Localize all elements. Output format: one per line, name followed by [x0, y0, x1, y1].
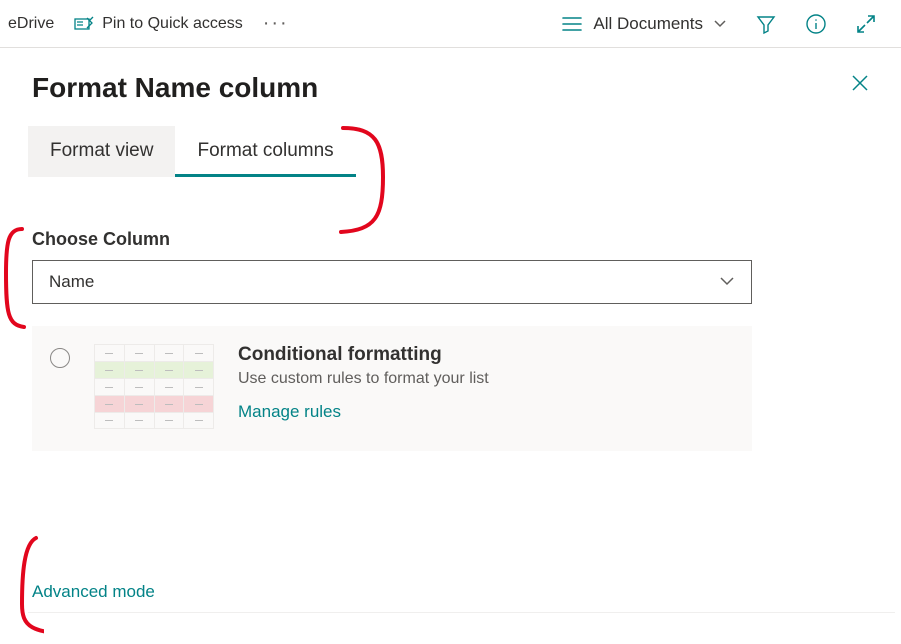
more-actions-button[interactable]: ···	[263, 12, 289, 35]
conditional-formatting-card: Conditional formatting Use custom rules …	[32, 326, 752, 451]
conditional-formatting-radio[interactable]	[50, 348, 70, 368]
card-subtitle: Use custom rules to format your list	[238, 370, 730, 388]
filter-icon[interactable]	[755, 13, 777, 35]
view-switcher[interactable]: All Documents	[561, 14, 727, 34]
list-icon	[561, 15, 583, 33]
toolbar-right: All Documents	[561, 13, 893, 35]
close-button[interactable]	[849, 72, 871, 97]
choose-column-dropdown[interactable]: Name	[32, 260, 752, 304]
manage-rules-link[interactable]: Manage rules	[238, 402, 730, 422]
edrive-link[interactable]: eDrive	[8, 15, 54, 33]
choose-column-label: Choose Column	[32, 229, 869, 250]
tab-format-columns[interactable]: Format columns	[175, 126, 355, 177]
bottom-divider	[28, 612, 895, 613]
pin-icon	[74, 14, 94, 34]
chevron-down-icon	[713, 19, 727, 29]
expand-icon[interactable]	[855, 13, 877, 35]
chevron-down-icon	[719, 272, 735, 292]
toolbar-left: eDrive Pin to Quick access ···	[8, 12, 289, 35]
pin-label: Pin to Quick access	[102, 15, 243, 33]
info-icon[interactable]	[805, 13, 827, 35]
card-body: Conditional formatting Use custom rules …	[238, 344, 730, 422]
view-label: All Documents	[593, 14, 703, 34]
panel-title: Format Name column	[32, 72, 869, 104]
format-tabs: Format view Format columns	[28, 126, 869, 177]
formatting-preview-icon	[94, 344, 214, 429]
advanced-mode-link[interactable]: Advanced mode	[32, 582, 155, 602]
tab-format-view[interactable]: Format view	[28, 126, 175, 177]
format-panel: Format Name column Format view Format co…	[0, 48, 901, 451]
choose-column-value: Name	[49, 272, 94, 292]
card-title: Conditional formatting	[238, 344, 730, 366]
top-toolbar: eDrive Pin to Quick access ··· All Doc	[0, 0, 901, 48]
edrive-label: eDrive	[8, 15, 54, 33]
pin-quick-access-button[interactable]: Pin to Quick access	[74, 14, 243, 34]
